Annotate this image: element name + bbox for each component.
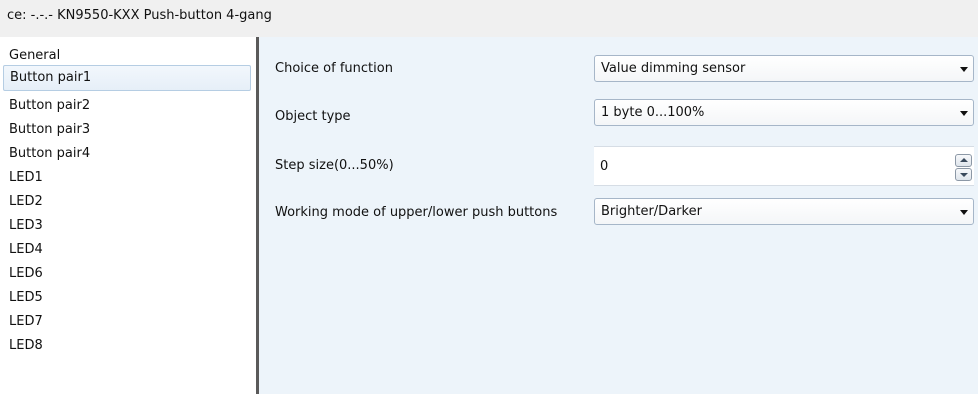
sidebar-item-button-pair1[interactable]: Button pair1: [3, 65, 251, 91]
sidebar-item-led1[interactable]: LED1: [9, 167, 43, 188]
sidebar-item-button-pair2[interactable]: Button pair2: [9, 95, 90, 116]
chevron-down-icon: [960, 111, 968, 116]
spin-down-icon[interactable]: [955, 168, 972, 181]
parameter-panel: Choice of function Value dimming sensor …: [259, 37, 978, 394]
sidebar-item-button-pair3[interactable]: Button pair3: [9, 119, 90, 140]
window-title: ce: -.-.- KN9550-KXX Push-button 4-gang: [0, 0, 978, 37]
choice-of-function-label: Choice of function: [275, 61, 393, 76]
object-type-label: Object type: [275, 109, 351, 124]
choice-of-function-value: Value dimming sensor: [601, 61, 746, 76]
working-mode-value: Brighter/Darker: [601, 204, 702, 219]
choice-of-function-select[interactable]: Value dimming sensor: [594, 55, 974, 82]
sidebar-item-led5[interactable]: LED5: [9, 287, 43, 308]
sidebar-item-general[interactable]: General: [9, 45, 60, 66]
sidebar-item-button-pair4[interactable]: Button pair4: [9, 143, 90, 164]
step-size-label: Step size(0...50%): [275, 158, 394, 173]
sidebar-item-led2[interactable]: LED2: [9, 191, 43, 212]
object-type-select[interactable]: 1 byte 0...100%: [594, 99, 974, 126]
sidebar-item-led7[interactable]: LED7: [9, 311, 43, 332]
sidebar-item-led3[interactable]: LED3: [9, 215, 43, 236]
step-size-input[interactable]: 0: [594, 146, 974, 186]
working-mode-select[interactable]: Brighter/Darker: [594, 198, 974, 225]
step-size-value: 0: [600, 159, 609, 174]
sidebar-item-led4[interactable]: LED4: [9, 239, 43, 260]
sidebar-item-led6[interactable]: LED6: [9, 263, 43, 284]
parameter-tree: General Button pair1 Button pair2 Button…: [0, 37, 256, 394]
chevron-down-icon: [960, 67, 968, 72]
sidebar-item-led8[interactable]: LED8: [9, 335, 43, 356]
spin-up-icon[interactable]: [955, 154, 972, 167]
object-type-value: 1 byte 0...100%: [601, 105, 705, 120]
chevron-down-icon: [960, 210, 968, 215]
working-mode-label: Working mode of upper/lower push buttons: [275, 205, 558, 220]
